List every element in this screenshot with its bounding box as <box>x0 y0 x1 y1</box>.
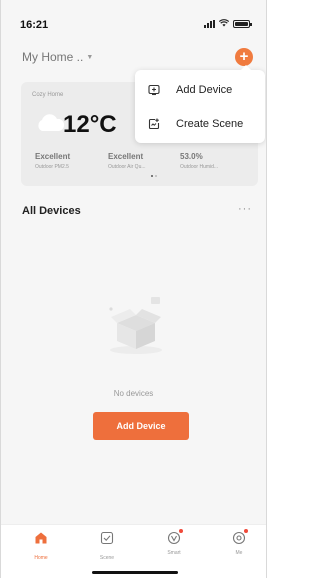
tab-label: Home <box>34 555 48 561</box>
home-selector[interactable]: My Home .. ▼ <box>22 50 93 64</box>
tab-home[interactable]: Home <box>21 531 61 561</box>
metric-label: Outdoor PM2.5 <box>35 164 69 170</box>
empty-state-text: No devices <box>113 389 154 398</box>
menu-item-create-scene[interactable]: Create Scene <box>135 106 265 142</box>
menu-item-label: Create Scene <box>176 118 244 130</box>
scene-icon <box>100 531 114 545</box>
me-icon <box>232 529 248 545</box>
tab-smart[interactable]: Smart <box>154 529 194 556</box>
status-time: 16:21 <box>20 19 49 31</box>
signal-icon <box>204 19 215 28</box>
add-device-button[interactable]: Add Device <box>93 412 189 440</box>
metric-value: 53.0% <box>180 152 203 161</box>
metric-pm25: Excellent Outdoor PM2.5 <box>35 152 70 170</box>
weather-location: Cozy Home <box>32 92 64 98</box>
menu-item-label: Add Device <box>176 84 233 96</box>
battery-icon <box>233 19 252 28</box>
notification-badge <box>244 529 248 533</box>
tab-scene[interactable]: Scene <box>87 531 127 561</box>
tab-bar: Home Scene Smart Me <box>1 524 266 578</box>
tab-label: Scene <box>99 555 115 561</box>
home-indicator <box>92 571 178 574</box>
metric-air-quality: Excellent Outdoor Air Qu... <box>108 152 146 170</box>
home-icon <box>35 532 47 544</box>
home-name: My Home .. <box>22 50 84 64</box>
add-button[interactable]: + <box>235 48 253 66</box>
all-devices-title: All Devices <box>22 205 81 217</box>
add-device-icon <box>148 84 160 96</box>
create-scene-icon <box>148 118 160 130</box>
menu-item-add-device[interactable]: Add Device <box>135 72 265 108</box>
notification-badge <box>179 529 183 533</box>
add-menu: Add Device Create Scene <box>135 65 265 143</box>
app-screen: 16:21 My Home .. ▼ + Cozy Home 12°C Exce… <box>0 0 267 578</box>
metric-value: Excellent <box>35 152 71 161</box>
status-bar: 16:21 <box>1 0 266 40</box>
tab-me[interactable]: Me <box>219 529 259 556</box>
metric-value: Excellent <box>108 152 144 161</box>
status-icons <box>204 19 252 28</box>
empty-box-icon <box>109 297 162 354</box>
metric-label: Outdoor Humid... <box>180 164 219 170</box>
temperature: 12°C <box>63 111 117 138</box>
metric-label: Outdoor Air Qu... <box>108 164 146 170</box>
card-pager <box>151 175 157 177</box>
tab-label: Me <box>235 550 243 556</box>
wifi-icon <box>218 19 230 28</box>
cloud-icon <box>38 114 65 131</box>
metric-humidity: 53.0% Outdoor Humid... <box>180 152 218 170</box>
tab-label: Smart <box>167 550 181 556</box>
smart-icon <box>167 529 183 545</box>
more-icon[interactable]: ··· <box>238 203 252 215</box>
chevron-down-icon: ▼ <box>86 53 94 61</box>
